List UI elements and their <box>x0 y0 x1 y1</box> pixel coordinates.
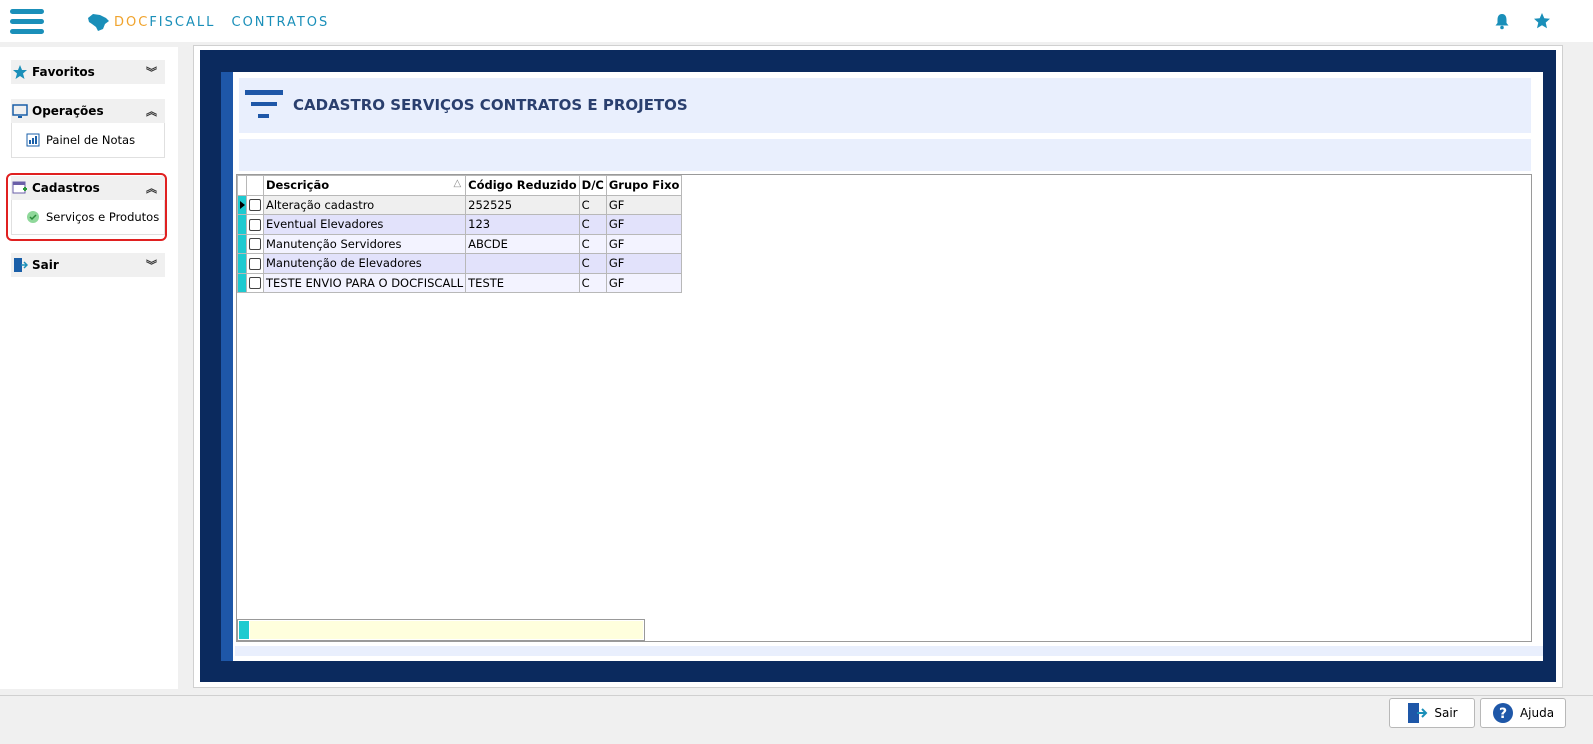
star-icon <box>13 65 27 79</box>
hamburger-menu-icon[interactable] <box>10 9 44 35</box>
cell-codigo[interactable]: ABCDE <box>465 233 580 254</box>
exit-door-icon <box>1408 703 1428 723</box>
row-indicator <box>237 214 247 235</box>
bell-icon[interactable] <box>1493 12 1511 30</box>
report-icon <box>26 133 40 147</box>
header-indicator <box>237 175 247 196</box>
brand-contratos: CONTRATOS <box>231 14 330 30</box>
title-panel: CADASTRO SERVIÇOS CONTRATOS E PROJETOS <box>239 78 1531 133</box>
grid-header-row: Descrição △ Código Reduzido D/C Grupo Fi… <box>237 175 683 196</box>
sidebar-label-favoritos: Favoritos <box>32 65 95 79</box>
cell-codigo[interactable]: 123 <box>465 214 580 235</box>
cell-grupo[interactable]: GF <box>605 272 683 293</box>
grid-table: Descrição △ Código Reduzido D/C Grupo Fi… <box>237 175 683 293</box>
sidebar-group-operacoes[interactable]: Operações ︽ Painel de Notas <box>11 99 165 158</box>
filter-icon[interactable] <box>245 90 283 122</box>
sidebar-group-sair[interactable]: Sair ︾ <box>11 253 165 277</box>
table-row[interactable]: TESTE ENVIO PARA O DOCFISCALL TESTE C GF <box>237 272 683 293</box>
cell-dc[interactable]: C <box>578 272 607 293</box>
row-indicator <box>237 253 247 274</box>
brand-fiscall: FISCALL <box>149 14 216 30</box>
sidebar-label-operacoes: Operações <box>32 104 104 118</box>
row-checkbox[interactable] <box>246 233 264 254</box>
brand-doc: DOC <box>114 14 150 30</box>
sidebar-item-painel-notas[interactable]: Painel de Notas <box>11 123 165 158</box>
cell-dc[interactable]: C <box>578 253 607 274</box>
svg-text:?: ? <box>1499 706 1507 722</box>
cell-grupo[interactable]: GF <box>605 253 683 274</box>
cell-dc[interactable]: C <box>578 233 607 254</box>
cell-descricao[interactable]: Alteração cadastro <box>262 194 467 215</box>
grid-footer-row <box>237 619 645 641</box>
sidebar-group-favoritos[interactable]: Favoritos ︾ <box>11 60 165 84</box>
column-header-descricao[interactable]: Descrição △ <box>262 175 467 196</box>
header-check <box>246 175 264 196</box>
highlight-box <box>6 173 167 241</box>
row-checkbox[interactable] <box>246 214 264 235</box>
ajuda-button[interactable]: ? Ajuda <box>1480 698 1566 728</box>
sidebar-label-sair: Sair <box>32 258 59 272</box>
cell-descricao[interactable]: Manutenção Servidores <box>262 233 467 254</box>
row-checkbox[interactable] <box>246 272 264 293</box>
sidebar-head-operacoes[interactable]: Operações ︽ <box>11 99 165 123</box>
table-row[interactable]: Alteração cadastro 252525 C GF <box>237 194 683 215</box>
cell-dc[interactable]: C <box>578 214 607 235</box>
cell-codigo[interactable]: TESTE <box>465 272 580 293</box>
top-bar: DOCFISCALL CONTRATOS <box>0 0 1593 42</box>
table-row[interactable]: Eventual Elevadores 123 C GF <box>237 214 683 235</box>
bottom-band <box>235 646 1543 656</box>
table-row[interactable]: Manutenção de Elevadores C GF <box>237 253 683 274</box>
row-indicator <box>237 194 247 215</box>
sair-button[interactable]: Sair <box>1389 698 1475 728</box>
sort-asc-icon: △ <box>453 178 462 189</box>
row-indicator <box>237 272 247 293</box>
page-title: CADASTRO SERVIÇOS CONTRATOS E PROJETOS <box>293 96 688 114</box>
cell-descricao[interactable]: Manutenção de Elevadores <box>262 253 467 274</box>
chevron-double-up-icon[interactable]: ︽ <box>146 103 157 119</box>
data-grid[interactable]: Descrição △ Código Reduzido D/C Grupo Fi… <box>236 174 1532 642</box>
cell-grupo[interactable]: GF <box>605 194 683 215</box>
row-indicator <box>237 233 247 254</box>
bottom-bar <box>0 695 1593 744</box>
sidebar-label-painel-notas: Painel de Notas <box>46 133 136 147</box>
brazil-map-icon <box>88 14 109 31</box>
column-header-codigo[interactable]: Código Reduzido <box>465 175 580 196</box>
chevron-double-down-icon[interactable]: ︾ <box>146 64 157 80</box>
cell-codigo[interactable]: 252525 <box>465 194 580 215</box>
exit-door-icon <box>14 258 28 272</box>
sair-button-label: Sair <box>1434 706 1458 720</box>
sidebar-head-sair[interactable]: Sair ︾ <box>11 253 165 277</box>
cell-codigo[interactable] <box>465 253 580 274</box>
star-icon[interactable] <box>1533 12 1551 30</box>
sidebar-head-favoritos[interactable]: Favoritos ︾ <box>11 60 165 84</box>
column-header-dc[interactable]: D/C <box>578 175 607 196</box>
column-header-grupo[interactable]: Grupo Fixo <box>605 175 683 196</box>
table-row[interactable]: Manutenção Servidores ABCDE C GF <box>237 233 683 254</box>
row-checkbox[interactable] <box>246 194 264 215</box>
cell-grupo[interactable]: GF <box>605 214 683 235</box>
cell-dc[interactable]: C <box>578 194 607 215</box>
cell-descricao[interactable]: Eventual Elevadores <box>262 214 467 235</box>
cell-descricao[interactable]: TESTE ENVIO PARA O DOCFISCALL <box>262 272 467 293</box>
ajuda-button-label: Ajuda <box>1519 706 1555 720</box>
app-logo: DOCFISCALL CONTRATOS <box>86 12 329 32</box>
row-checkbox[interactable] <box>246 253 264 274</box>
monitor-icon <box>12 104 28 118</box>
toolbar-band <box>239 139 1531 171</box>
help-circle-icon: ? <box>1492 703 1513 723</box>
cell-grupo[interactable]: GF <box>605 233 683 254</box>
chevron-double-down-icon[interactable]: ︾ <box>146 257 157 273</box>
